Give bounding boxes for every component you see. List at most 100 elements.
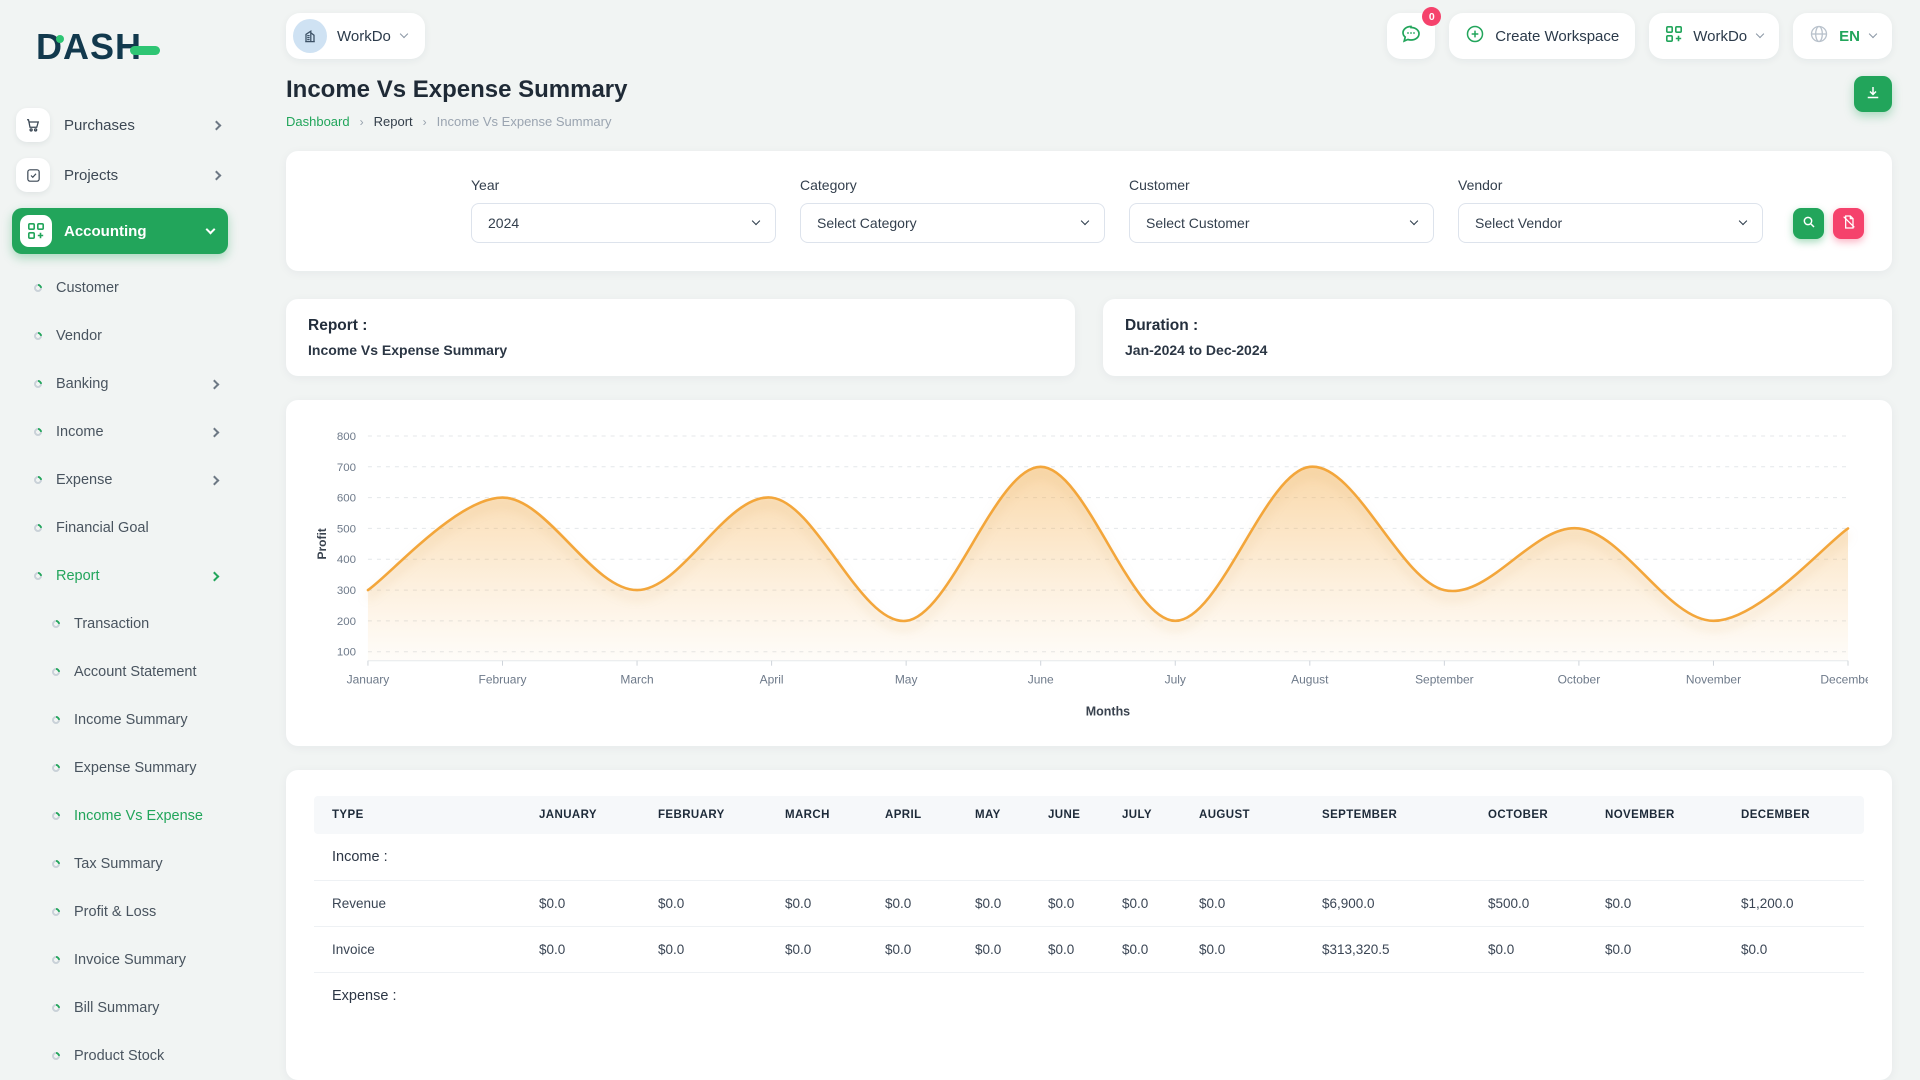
chart-card: 800700600500400300200100JanuaryFebruaryM…: [286, 400, 1892, 746]
logo-text: DASH: [36, 29, 142, 65]
sidebar-item-transaction[interactable]: Transaction: [0, 600, 240, 648]
chevron-down-icon: [1739, 217, 1747, 225]
table-cell: $6,900.0: [1312, 880, 1478, 926]
chevron-separator-icon: ›: [360, 115, 364, 129]
year-select[interactable]: 2024: [471, 203, 776, 243]
chevron-down-icon: [1410, 217, 1418, 225]
sidebar-item-report[interactable]: Report: [0, 552, 240, 600]
table-cell: $0.0: [965, 926, 1038, 972]
donut-bullet-icon: [50, 1050, 61, 1061]
sidebar-item-bill-summary[interactable]: Bill Summary: [0, 984, 240, 1032]
svg-text:April: April: [760, 673, 784, 687]
chevron-down-icon: [206, 225, 216, 235]
table-section-row: Income :: [314, 834, 1864, 881]
svg-text:March: March: [620, 673, 653, 687]
table-cell: $0.0: [1595, 880, 1731, 926]
download-report-button[interactable]: [1854, 76, 1892, 112]
logo-dot: [56, 35, 64, 43]
category-select[interactable]: Select Category: [800, 203, 1105, 243]
table-header-cell: MARCH: [775, 796, 875, 834]
sidebar-item-expense-summary[interactable]: Expense Summary: [0, 744, 240, 792]
workspace-pill[interactable]: WorkDo: [286, 13, 425, 59]
donut-bullet-icon: [50, 906, 61, 917]
cart-icon: [16, 108, 50, 142]
sidebar-item-label: Income Vs Expense: [74, 808, 218, 824]
table-header-cell: JANUARY: [529, 796, 648, 834]
duration-card-value: Jan-2024 to Dec-2024: [1125, 342, 1870, 358]
sidebar-item-product-stock[interactable]: Product Stock: [0, 1032, 240, 1080]
table-cell: $0.0: [648, 880, 775, 926]
donut-bullet-icon: [50, 954, 61, 965]
sidebar-item-tax-summary[interactable]: Tax Summary: [0, 840, 240, 888]
sidebar-item-expense[interactable]: Expense: [0, 456, 240, 504]
language-label: EN: [1839, 28, 1860, 45]
brand-logo[interactable]: DASH: [0, 18, 240, 76]
svg-text:300: 300: [337, 585, 356, 597]
sidebar-item-accounting[interactable]: Accounting: [12, 208, 228, 254]
svg-text:June: June: [1028, 673, 1054, 687]
donut-bullet-icon: [32, 330, 43, 341]
sidebar-item-label: Income Summary: [74, 712, 218, 728]
sidebar-item-banking[interactable]: Banking: [0, 360, 240, 408]
donut-bullet-icon: [32, 522, 43, 533]
vendor-label: Vendor: [1458, 177, 1763, 193]
table-header-cell: NOVEMBER: [1595, 796, 1731, 834]
chevron-down-icon: [1869, 30, 1877, 38]
summary-row: Report : Income Vs Expense Summary Durat…: [286, 299, 1892, 376]
workspace-switcher[interactable]: WorkDo: [1649, 13, 1779, 59]
reset-filter-button[interactable]: [1833, 208, 1864, 239]
sidebar-item-income-summary[interactable]: Income Summary: [0, 696, 240, 744]
table-cell: $0.0: [965, 880, 1038, 926]
table-cell: $0.0: [875, 926, 965, 972]
chevron-right-icon: [210, 571, 220, 581]
table-section-label: Expense :: [314, 972, 1864, 1019]
chevron-down-icon: [1756, 30, 1764, 38]
table-cell: $0.0: [1112, 926, 1189, 972]
page-title: Income Vs Expense Summary: [286, 76, 627, 104]
sidebar-nav: PurchasesProjects Accounting CustomerVen…: [0, 100, 240, 1080]
chevron-right-icon: [210, 379, 220, 389]
apply-filter-button[interactable]: [1793, 208, 1824, 239]
language-selector[interactable]: EN: [1793, 13, 1892, 59]
sidebar-item-account-statement[interactable]: Account Statement: [0, 648, 240, 696]
svg-text:600: 600: [337, 493, 356, 505]
svg-text:Months: Months: [1086, 705, 1130, 719]
donut-bullet-icon: [50, 762, 61, 773]
table-header-cell: TYPE: [314, 796, 529, 834]
table-cell: $0.0: [1189, 926, 1312, 972]
sidebar-item-income[interactable]: Income: [0, 408, 240, 456]
sidebar-item-vendor[interactable]: Vendor: [0, 312, 240, 360]
sidebar-item-label: Tax Summary: [74, 856, 218, 872]
sidebar-item-income-vs-expense[interactable]: Income Vs Expense: [0, 792, 240, 840]
vendor-select[interactable]: Select Vendor: [1458, 203, 1763, 243]
breadcrumb: Dashboard › Report › Income Vs Expense S…: [286, 114, 627, 129]
grid-plus-icon: [1665, 25, 1683, 47]
breadcrumb-report[interactable]: Report: [374, 114, 413, 129]
duration-card-title: Duration :: [1125, 317, 1870, 335]
page-content: Income Vs Expense Summary Dashboard › Re…: [240, 62, 1920, 1080]
sidebar-item-projects[interactable]: Projects: [0, 150, 240, 200]
create-workspace-button[interactable]: Create Workspace: [1449, 13, 1635, 59]
breadcrumb-dashboard[interactable]: Dashboard: [286, 114, 350, 129]
donut-bullet-icon: [32, 570, 43, 581]
sidebar-top-items: PurchasesProjects: [0, 100, 240, 200]
svg-text:July: July: [1165, 673, 1186, 687]
duration-summary-card: Duration : Jan-2024 to Dec-2024: [1103, 299, 1892, 376]
svg-text:December: December: [1820, 673, 1868, 687]
donut-bullet-icon: [50, 1002, 61, 1013]
sidebar-item-purchases[interactable]: Purchases: [0, 100, 240, 150]
sidebar-item-profit-loss[interactable]: Profit & Loss: [0, 888, 240, 936]
messages-button[interactable]: 0: [1387, 13, 1435, 59]
logo-dash: [130, 46, 160, 55]
table-cell: $0.0: [1731, 926, 1864, 972]
svg-text:November: November: [1686, 673, 1741, 687]
customer-select[interactable]: Select Customer: [1129, 203, 1434, 243]
chevron-separator-icon: ›: [423, 115, 427, 129]
table-header-cell: OCTOBER: [1478, 796, 1595, 834]
sidebar-item-financial-goal[interactable]: Financial Goal: [0, 504, 240, 552]
chevron-down-icon: [400, 30, 408, 38]
donut-bullet-icon: [50, 666, 61, 677]
globe-icon: [1809, 24, 1829, 48]
sidebar-item-customer[interactable]: Customer: [0, 264, 240, 312]
sidebar-item-invoice-summary[interactable]: Invoice Summary: [0, 936, 240, 984]
